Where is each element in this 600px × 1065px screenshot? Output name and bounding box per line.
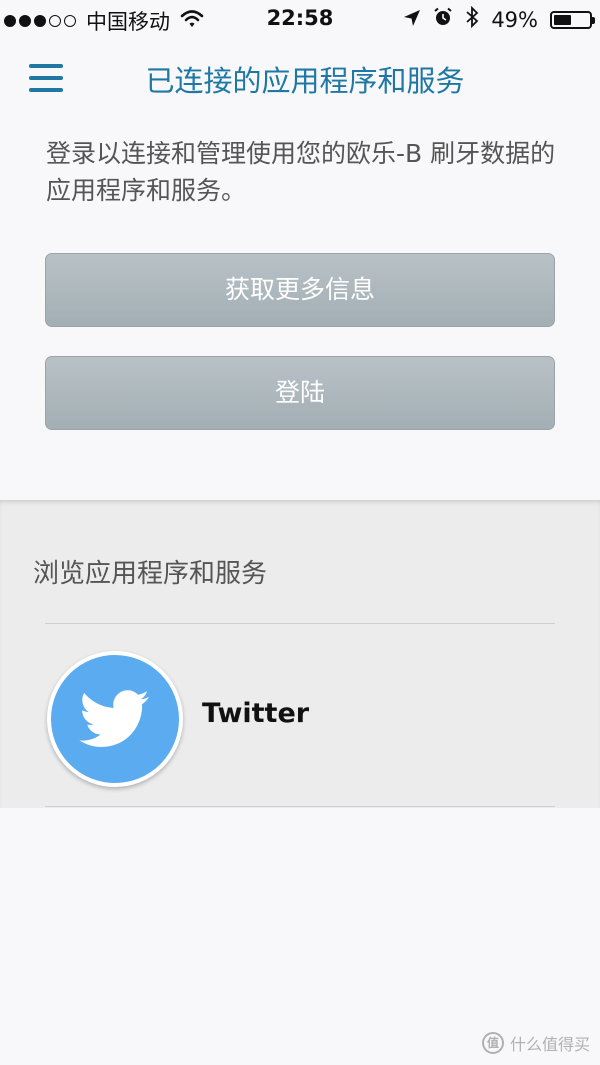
battery-level [554, 14, 571, 25]
browse-section: 浏览应用程序和服务 Twitter [0, 500, 600, 808]
get-more-info-button[interactable]: 获取更多信息 [45, 253, 555, 327]
nav-bar: 已连接的应用程序和服务 [0, 40, 600, 118]
bluetooth-icon [465, 5, 479, 33]
watermark: 值 什么值得买 [481, 1031, 590, 1055]
battery-percent: 49% [491, 7, 538, 32]
login-button[interactable]: 登陆 [45, 356, 555, 430]
twitter-bird-icon [47, 651, 183, 787]
watermark-text: 什么值得买 [509, 1035, 590, 1054]
service-item-twitter[interactable]: Twitter [45, 624, 555, 806]
page-title: 已连接的应用程序和服务 [145, 64, 465, 98]
intro-text: 登录以连接和管理使用您的欧乐-B 刷牙数据的应用程序和服务。 [46, 139, 556, 205]
alarm-icon [433, 7, 453, 32]
divider [45, 806, 555, 807]
service-name: Twitter [202, 698, 310, 729]
browse-section-title: 浏览应用程序和服务 [33, 559, 268, 589]
status-right: 49% [403, 5, 595, 33]
location-arrow-icon [403, 8, 421, 32]
status-bar: 中国移动 22:58 49% [0, 0, 600, 40]
battery-icon [550, 10, 595, 29]
watermark-logo-icon: 值 [481, 1032, 504, 1054]
